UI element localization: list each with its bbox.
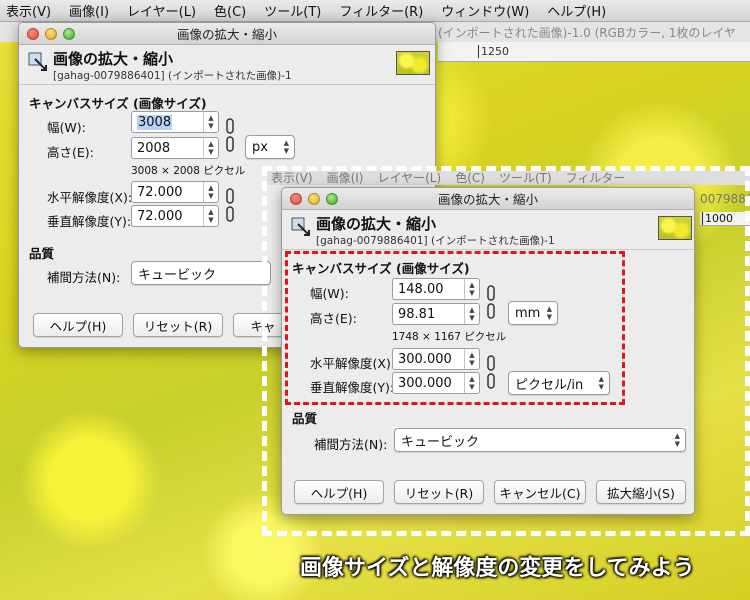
white-dashed-frame <box>262 166 750 536</box>
interp-value: キュービック <box>138 267 217 283</box>
xres-stepper[interactable]: ▲ ▼ <box>203 182 218 202</box>
xres-value: 72.000 <box>137 184 183 200</box>
minimize-button[interactable] <box>45 28 57 40</box>
ruler-mark: 1250 <box>478 45 509 58</box>
back-ruler: 1250 <box>438 42 750 62</box>
yres-value: 72.000 <box>137 208 183 224</box>
reset-button[interactable]: リセット(R) <box>133 313 223 337</box>
width-stepper[interactable]: ▲ ▼ <box>203 112 218 132</box>
menu-help[interactable]: ヘルプ(H) <box>541 1 618 20</box>
menu-color[interactable]: 色(C) <box>208 1 258 20</box>
canvas-size-section: キャンバスサイズ (画像サイズ) <box>29 96 207 111</box>
scale-icon <box>28 52 47 71</box>
chevron-updown-icon: ▲ ▼ <box>283 139 289 155</box>
chain-link-icon[interactable] <box>225 113 235 159</box>
interp-label: 補間方法(N): <box>47 270 121 285</box>
quality-section: 品質 <box>29 246 55 261</box>
menu-window[interactable]: ウィンドウ(W) <box>435 1 541 20</box>
yres-input[interactable]: 72.000 ▲ ▼ <box>131 205 219 227</box>
xres-label: 水平解像度(X): <box>47 190 133 205</box>
help-button[interactable]: ヘルプ(H) <box>33 313 123 337</box>
yres-label: 垂直解像度(Y): <box>47 214 132 229</box>
back-menubar: 表示(V) 画像(I) レイヤー(L) 色(C) ツール(T) フィルター(R)… <box>0 0 750 22</box>
close-button[interactable] <box>27 28 39 40</box>
dialog-title: 画像の拡大・縮小 <box>176 27 277 42</box>
height-stepper[interactable]: ▲ ▼ <box>203 138 218 158</box>
interp-select[interactable]: キュービック <box>131 261 271 285</box>
caption-text: 画像サイズと解像度の変更をしてみよう <box>300 556 695 581</box>
dialog-header: 画像の拡大・縮小 [gahag-0079886401] (インポートされた画像)… <box>19 45 435 85</box>
zoom-button[interactable] <box>63 28 75 40</box>
unit-value: px <box>252 139 268 155</box>
yres-stepper[interactable]: ▲ ▼ <box>203 206 218 226</box>
menu-tools[interactable]: ツール(T) <box>258 1 333 20</box>
dialog-heading: 画像の拡大・縮小 <box>53 50 174 68</box>
width-input[interactable]: 3008 ▲ ▼ <box>131 111 219 133</box>
xres-input[interactable]: 72.000 ▲ ▼ <box>131 181 219 203</box>
pixel-size-note: 3008 × 2008 ピクセル <box>131 165 246 177</box>
menu-view[interactable]: 表示(V) <box>0 1 63 20</box>
chain-link-icon[interactable] <box>225 183 235 229</box>
height-input[interactable]: 2008 ▲ ▼ <box>131 137 219 159</box>
menu-layer[interactable]: レイヤー(L) <box>121 1 208 20</box>
dialog-titlebar: 画像の拡大・縮小 <box>19 23 435 45</box>
dialog-subheading: [gahag-0079886401] (インポートされた画像)-1 <box>53 70 292 82</box>
window-controls <box>27 28 75 40</box>
width-value: 3008 <box>137 114 173 130</box>
height-value: 2008 <box>137 140 171 156</box>
image-thumbnail <box>396 51 430 75</box>
height-label: 高さ(E): <box>47 145 94 160</box>
menu-filter[interactable]: フィルター(R) <box>333 1 435 20</box>
menu-image[interactable]: 画像(I) <box>63 1 121 20</box>
width-label: 幅(W): <box>47 120 86 135</box>
unit-select[interactable]: px ▲ ▼ <box>245 135 295 159</box>
